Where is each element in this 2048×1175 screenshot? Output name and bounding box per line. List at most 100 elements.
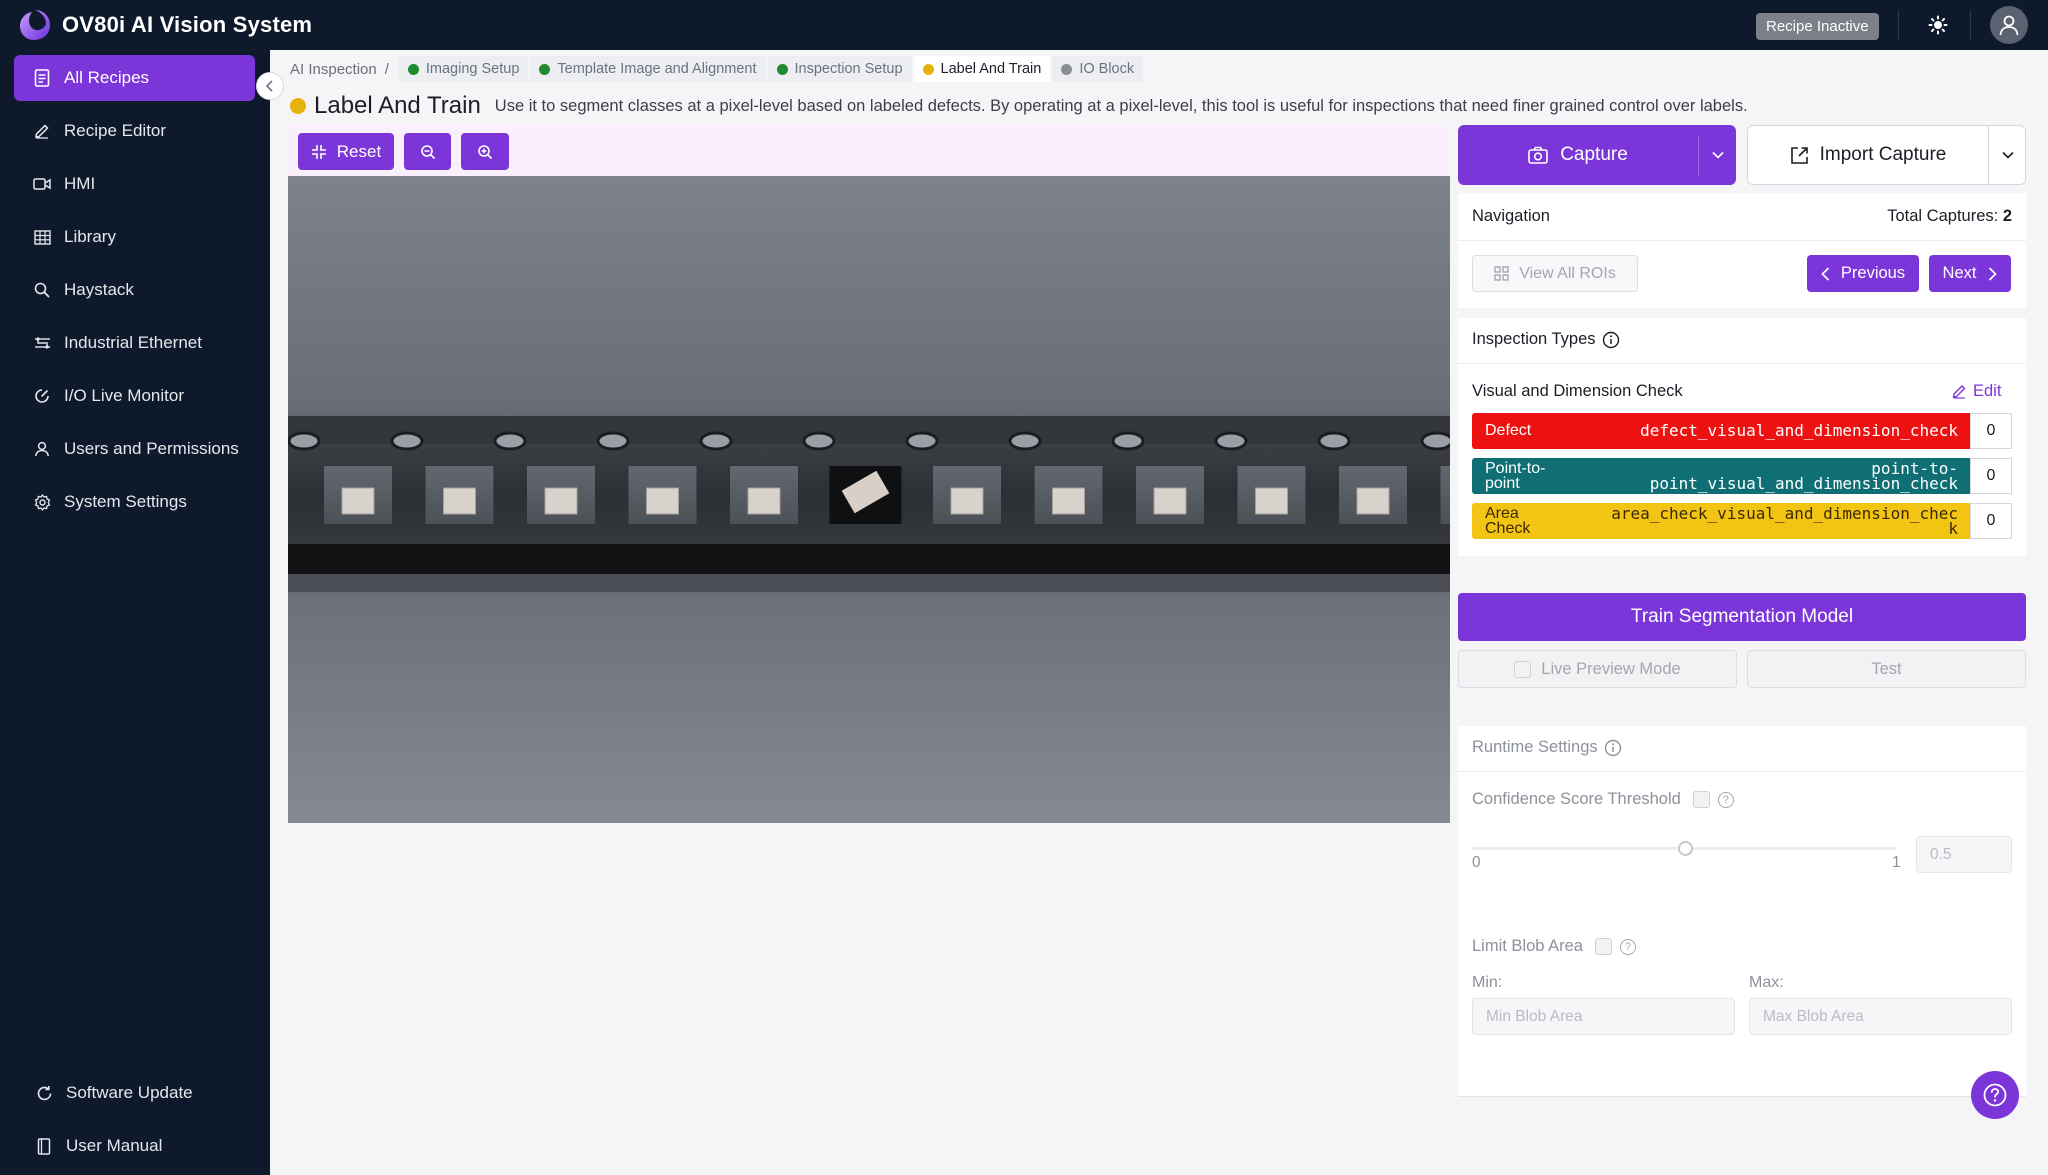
sidebar-item-industrial-ethernet[interactable]: Industrial Ethernet bbox=[14, 320, 255, 366]
breadcrumb-step-label-and-train[interactable]: Label And Train bbox=[913, 56, 1051, 82]
slider-thumb[interactable] bbox=[1678, 841, 1693, 856]
book-icon bbox=[34, 1136, 54, 1156]
breadcrumb-step-io-block[interactable]: IO Block bbox=[1052, 56, 1144, 82]
next-button[interactable]: Next bbox=[1929, 255, 2011, 292]
sprocket-hole bbox=[493, 431, 527, 451]
status-dot bbox=[922, 63, 934, 75]
sidebar-item-label: User Manual bbox=[66, 1136, 163, 1155]
reset-button[interactable]: Reset bbox=[298, 133, 394, 170]
chevron-down-icon bbox=[1711, 151, 1724, 159]
divider bbox=[1458, 1096, 2026, 1097]
help-icon[interactable]: ? bbox=[1619, 938, 1636, 955]
import-split-button: Import Capture bbox=[1747, 125, 2026, 185]
confidence-slider[interactable] bbox=[1472, 841, 1897, 856]
refresh-icon bbox=[34, 1083, 54, 1103]
sidebar-item-label: Users and Permissions bbox=[64, 439, 239, 458]
sprocket-hole bbox=[390, 431, 424, 451]
page-title: Label And Train bbox=[314, 92, 481, 119]
breadcrumb-root[interactable]: AI Inspection bbox=[290, 61, 377, 78]
import-capture-button[interactable]: Import Capture bbox=[1748, 126, 1988, 184]
navigation-title: Navigation bbox=[1472, 207, 1550, 225]
sidebar-item-label: Library bbox=[64, 227, 116, 246]
status-dot bbox=[776, 63, 788, 75]
inspection-type-row[interactable]: Defect defect_visual_and_dimension_check 0 bbox=[1472, 413, 2012, 449]
view-all-rois-label: View All ROIs bbox=[1519, 264, 1616, 282]
capture-image-canvas[interactable] bbox=[288, 176, 1450, 823]
capture-split-button: Capture bbox=[1458, 125, 1736, 185]
live-preview-label: Live Preview Mode bbox=[1541, 659, 1681, 678]
divider bbox=[1458, 771, 2026, 772]
sidebar-item-software-update[interactable]: Software Update bbox=[14, 1070, 255, 1116]
edit-inspection-types-button[interactable]: Edit bbox=[1952, 382, 2001, 401]
top-bar: OV80i AI Vision System Recipe Inactive bbox=[0, 0, 2048, 50]
breadcrumb-step-label: Template Image and Alignment bbox=[557, 61, 757, 77]
sidebar-item-all-recipes[interactable]: All Recipes bbox=[14, 55, 255, 101]
zoom-out-button[interactable] bbox=[404, 133, 451, 170]
breadcrumb-step-template-image[interactable]: Template Image and Alignment bbox=[530, 56, 766, 82]
limit-blob-area-label: Limit Blob Area bbox=[1472, 937, 1583, 955]
inspection-types-header: Inspection Types bbox=[1472, 330, 1620, 349]
sidebar-item-user-manual[interactable]: User Manual bbox=[14, 1123, 255, 1169]
import-capture-label: Import Capture bbox=[1819, 144, 1947, 165]
confidence-value-input[interactable]: 0.5 bbox=[1916, 836, 2012, 873]
sidebar-item-users-and-permissions[interactable]: Users and Permissions bbox=[14, 426, 255, 472]
live-preview-mode-toggle[interactable]: Live Preview Mode bbox=[1458, 650, 1737, 688]
inspection-type-count: 0 bbox=[1970, 413, 2012, 449]
previous-button[interactable]: Previous bbox=[1807, 255, 1919, 292]
live-preview-checkbox[interactable] bbox=[1514, 660, 1532, 678]
divider bbox=[1458, 240, 2026, 241]
info-icon[interactable] bbox=[1604, 739, 1622, 757]
component-chip bbox=[950, 487, 984, 515]
min-blob-area-input[interactable]: Min Blob Area bbox=[1472, 998, 1735, 1035]
info-icon[interactable] bbox=[1602, 331, 1620, 349]
component-chip bbox=[544, 487, 578, 515]
edit-label: Edit bbox=[1973, 382, 2002, 400]
capture-options-dropdown[interactable] bbox=[1699, 125, 1736, 185]
inspection-type-count: 0 bbox=[1970, 458, 2012, 494]
breadcrumb-step-imaging-setup[interactable]: Imaging Setup bbox=[398, 56, 529, 82]
shrink-icon bbox=[311, 144, 326, 159]
zoom-in-button[interactable] bbox=[461, 133, 509, 170]
sidebar-item-label: System Settings bbox=[64, 492, 187, 511]
user-avatar-button[interactable] bbox=[1990, 6, 2028, 44]
max-blob-area-input[interactable]: Max Blob Area bbox=[1749, 998, 2012, 1035]
component-chip bbox=[747, 487, 781, 515]
sprocket-hole bbox=[596, 431, 630, 451]
help-button[interactable] bbox=[1971, 1071, 2019, 1119]
recipe-status-badge: Recipe Inactive bbox=[1756, 13, 1879, 40]
sidebar-collapse-button[interactable] bbox=[256, 72, 284, 100]
zoom-in-icon bbox=[478, 144, 493, 159]
inspection-type-row[interactable]: Area Check area_check_visual_and_dimension… bbox=[1472, 503, 2012, 539]
sidebar-item-hmi[interactable]: HMI bbox=[14, 161, 255, 207]
sidebar-item-haystack[interactable]: Haystack bbox=[14, 267, 255, 313]
sun-icon bbox=[1928, 15, 1948, 35]
grid-icon bbox=[1494, 266, 1509, 281]
status-dot bbox=[290, 98, 306, 114]
sidebar-item-io-live-monitor[interactable]: I/O Live Monitor bbox=[14, 373, 255, 419]
sidebar-item-system-settings[interactable]: System Settings bbox=[14, 479, 255, 525]
capture-button[interactable]: Capture bbox=[1458, 125, 1698, 185]
train-segmentation-model-button[interactable]: Train Segmentation Model bbox=[1458, 593, 2026, 641]
confidence-threshold-checkbox[interactable] bbox=[1692, 791, 1710, 808]
capture-label: Capture bbox=[1560, 144, 1628, 165]
test-button[interactable]: Test bbox=[1747, 650, 2026, 688]
image-toolbar: Reset bbox=[288, 125, 1450, 176]
camera-icon bbox=[1528, 146, 1548, 164]
inspection-type-row[interactable]: Point-to-point point-to-point_visual_and_… bbox=[1472, 458, 2012, 494]
sidebar-item-label: HMI bbox=[64, 174, 96, 193]
help-icon[interactable]: ? bbox=[1717, 791, 1734, 808]
runtime-settings-header: Runtime Settings bbox=[1472, 738, 1622, 757]
runtime-settings-title: Runtime Settings bbox=[1472, 738, 1598, 756]
breadcrumb-step-inspection-setup[interactable]: Inspection Setup bbox=[767, 56, 912, 82]
status-dot bbox=[1061, 63, 1073, 75]
sidebar-item-library[interactable]: Library bbox=[14, 214, 255, 260]
import-options-dropdown[interactable] bbox=[1989, 126, 2026, 184]
theme-toggle-button[interactable] bbox=[1920, 10, 1956, 40]
limit-blob-area-checkbox[interactable] bbox=[1594, 938, 1612, 955]
sidebar: All Recipes Recipe Editor HMI Library Ha… bbox=[0, 50, 270, 1175]
view-all-rois-button[interactable]: View All ROIs bbox=[1472, 255, 1638, 292]
user-icon bbox=[32, 439, 52, 459]
sidebar-item-recipe-editor[interactable]: Recipe Editor bbox=[14, 108, 255, 154]
sprocket-hole bbox=[288, 431, 321, 451]
divider bbox=[1458, 363, 2026, 364]
